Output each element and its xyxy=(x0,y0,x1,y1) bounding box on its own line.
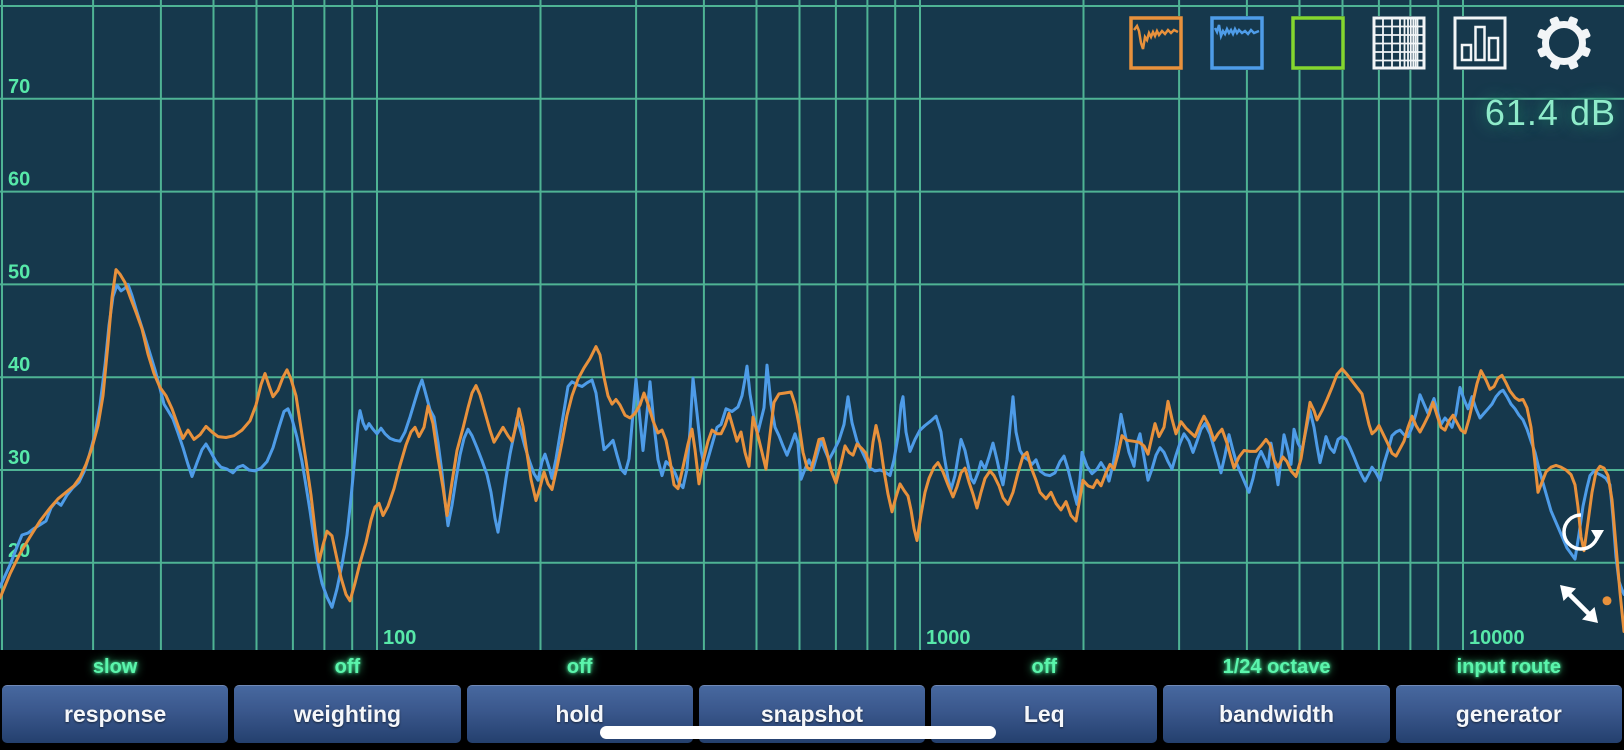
resize-button[interactable] xyxy=(1554,579,1604,634)
status-generator: input route xyxy=(1396,650,1622,685)
response-button[interactable]: response xyxy=(2,685,228,743)
svg-text:100: 100 xyxy=(383,627,416,649)
spectrum-plot[interactable]: 80706050403020100100010000 xyxy=(0,0,1624,650)
status-snapshot xyxy=(699,650,925,685)
status-weighting: off xyxy=(234,650,460,685)
trace-b-button[interactable] xyxy=(1210,16,1264,70)
status-response: slow xyxy=(2,650,228,685)
svg-text:80: 80 xyxy=(8,0,30,5)
home-indicator[interactable] xyxy=(600,726,996,739)
svg-text:50: 50 xyxy=(8,261,30,283)
status-hold: off xyxy=(467,650,693,685)
settings-button[interactable] xyxy=(1535,14,1593,72)
rotate-icon xyxy=(1558,509,1604,555)
overlay-square-button[interactable] xyxy=(1291,16,1345,70)
svg-text:30: 30 xyxy=(8,447,30,469)
log-grid-icon xyxy=(1372,16,1426,70)
svg-text:10000: 10000 xyxy=(1469,627,1525,649)
weighting-button[interactable]: weighting xyxy=(234,685,460,743)
bar-chart-icon xyxy=(1453,16,1507,70)
status-leq: off xyxy=(931,650,1157,685)
overlay-square-icon xyxy=(1291,16,1345,70)
settings-gear-icon xyxy=(1535,14,1593,72)
trace-a-button[interactable] xyxy=(1129,16,1183,70)
svg-text:70: 70 xyxy=(8,76,30,98)
analyzer-app: 80706050403020100100010000 xyxy=(0,0,1624,750)
status-bandwidth: 1/24 octave xyxy=(1163,650,1389,685)
control-button-bar: response weighting hold snapshot Leq ban… xyxy=(0,685,1624,750)
generator-button[interactable]: generator xyxy=(1396,685,1622,743)
svg-text:60: 60 xyxy=(8,169,30,191)
spectrum-chart: 80706050403020100100010000 xyxy=(0,0,1624,650)
rotate-button[interactable] xyxy=(1558,509,1604,560)
trace-a-icon xyxy=(1129,16,1183,70)
bar-chart-button[interactable] xyxy=(1453,16,1507,70)
svg-text:40: 40 xyxy=(8,354,30,376)
trace-b-icon xyxy=(1210,16,1264,70)
grid-scale-button[interactable] xyxy=(1372,16,1426,70)
svg-text:1000: 1000 xyxy=(926,627,971,649)
resize-icon xyxy=(1554,579,1604,629)
spl-readout: 61.4 dB xyxy=(1485,92,1616,134)
status-bar: slow off off off 1/24 octave input route xyxy=(0,650,1624,685)
bandwidth-button[interactable]: bandwidth xyxy=(1163,685,1389,743)
